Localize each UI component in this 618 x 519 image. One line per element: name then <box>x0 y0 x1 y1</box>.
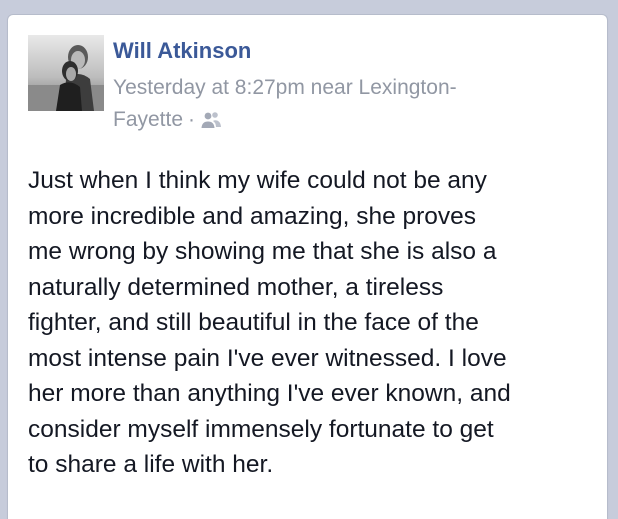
post-body-line: to share a life with her. <box>28 451 274 478</box>
post-body-line: naturally determined mother, a tireless <box>28 273 444 301</box>
post-timestamp-location[interactable]: Yesterday at 8:27pm near Lexington- <box>113 76 457 99</box>
post-location-continued[interactable]: Fayette <box>113 108 183 131</box>
post-body-line: more incredible and amazing, she proves <box>28 202 477 230</box>
meta-separator: · <box>188 108 196 131</box>
post-body-line: me wrong by showing me that she is also … <box>28 238 497 265</box>
post-body: Just when I think my wife could not be a… <box>28 163 598 483</box>
post-body-line: Just when I think my wife could not be a… <box>28 167 487 194</box>
post-card: Will Atkinson Yesterday at 8:27pm near L… <box>7 14 608 519</box>
avatar-photo <box>28 35 104 111</box>
author-name[interactable]: Will Atkinson <box>113 37 251 65</box>
page-background: Will Atkinson Yesterday at 8:27pm near L… <box>0 0 618 519</box>
friends-icon[interactable] <box>200 107 222 128</box>
post-body-line: consider myself immensely fortunate to g… <box>28 415 494 443</box>
avatar[interactable] <box>28 35 104 111</box>
post-body-line: fighter, and still beautiful in the face… <box>28 309 479 336</box>
post-body-line: her more than anything I've ever known, … <box>28 380 511 407</box>
post-body-line: most intense pain I've ever witnessed. I… <box>28 344 507 372</box>
post-meta: Yesterday at 8:27pm near Lexington- Faye… <box>113 72 533 136</box>
